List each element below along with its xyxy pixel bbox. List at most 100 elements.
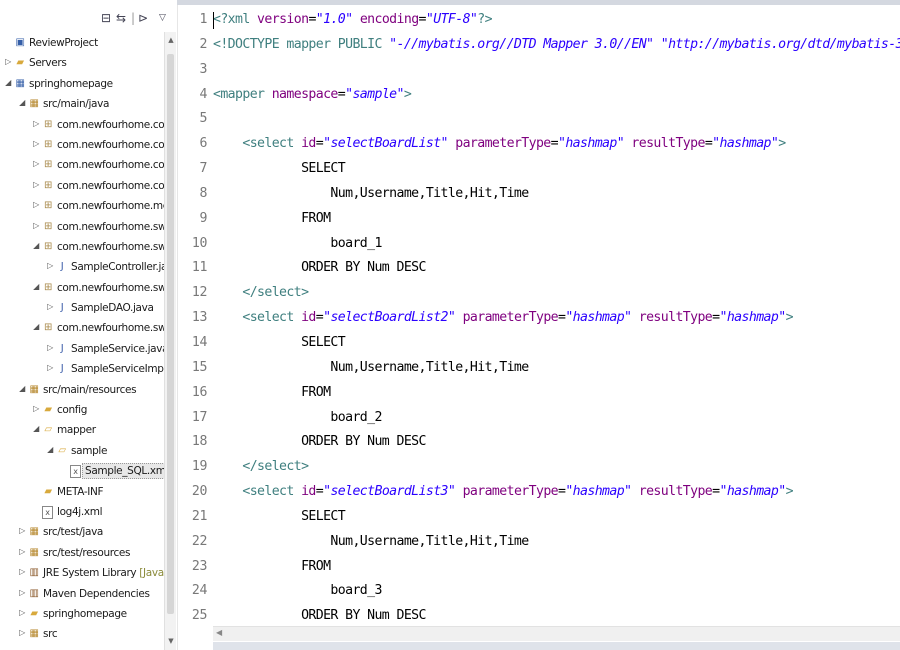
expand-arrow-icon[interactable]: ▷ bbox=[32, 139, 40, 148]
code-line[interactable]: 10 board_1 bbox=[177, 232, 900, 257]
expand-arrow-icon[interactable]: ▷ bbox=[32, 200, 40, 209]
tree-item[interactable]: ◢ ▦ springhomepage bbox=[0, 74, 164, 94]
view-menu-icon[interactable]: ▽ bbox=[159, 11, 166, 25]
tree-item[interactable]: ▷ ▰ config bbox=[0, 400, 164, 420]
code-line[interactable]: 1 <?xml version="1.0" encoding="UTF-8"?> bbox=[177, 8, 900, 33]
tree-item[interactable]: ▷ J SampleController.java bbox=[0, 257, 164, 277]
tree-item[interactable]: ◢ ▱ mapper bbox=[0, 420, 164, 440]
line-number: 19 bbox=[191, 459, 207, 475]
scrollbar-thumb[interactable] bbox=[167, 54, 174, 614]
tree-item[interactable]: ▷ ▦ src bbox=[0, 624, 164, 644]
code-line[interactable]: 22 Num,Username,Title,Hit,Time bbox=[177, 530, 900, 555]
expand-arrow-icon[interactable]: ▷ bbox=[32, 180, 40, 189]
tree-item[interactable]: ▷ J SampleService.java bbox=[0, 339, 164, 359]
collapse-arrow-icon[interactable]: ◢ bbox=[32, 282, 40, 291]
tree-item[interactable]: ▷ ▦ src/test/resources bbox=[0, 543, 164, 563]
expand-arrow-icon[interactable]: ▷ bbox=[18, 526, 26, 535]
code-line[interactable]: 13 <select id="selectBoardList2" paramet… bbox=[177, 306, 900, 331]
folder-open-icon: ▱ bbox=[44, 424, 52, 436]
code-token: "UTF-8" bbox=[425, 12, 478, 27]
scroll-up-icon[interactable]: ▲ bbox=[166, 36, 176, 44]
expand-arrow-icon[interactable]: ▷ bbox=[18, 588, 26, 597]
tree-item[interactable]: ◢ ▱ sample bbox=[0, 441, 164, 461]
expand-arrow-icon[interactable]: ▷ bbox=[18, 628, 26, 637]
line-number: 20 bbox=[191, 484, 207, 500]
scroll-left-icon[interactable]: ◀ bbox=[216, 628, 222, 637]
tree-item-label: Servers bbox=[29, 57, 67, 70]
code-line[interactable]: 9 FROM bbox=[177, 207, 900, 232]
tree-item[interactable]: ▷⊞ com.newfourhome.member bbox=[0, 196, 164, 216]
collapse-arrow-icon[interactable]: ◢ bbox=[46, 445, 54, 454]
collapse-arrow-icon[interactable]: ◢ bbox=[18, 98, 26, 107]
tree-item[interactable]: ▷⊞ com.newfourhome.common bbox=[0, 115, 164, 135]
code-line[interactable]: 4 <mapper namespace="sample"> bbox=[177, 83, 900, 108]
tree-item[interactable]: ▰ META-INF bbox=[0, 482, 164, 502]
expand-arrow-icon[interactable]: ▷ bbox=[46, 302, 54, 311]
code-line[interactable]: 20 <select id="selectBoardList3" paramet… bbox=[177, 480, 900, 505]
code-line[interactable]: 21 SELECT bbox=[177, 505, 900, 530]
tree-item[interactable]: ▷⊞ com.newfourhome.swag bbox=[0, 217, 164, 237]
code-line[interactable]: 19 </select> bbox=[177, 455, 900, 480]
collapse-arrow-icon[interactable]: ◢ bbox=[32, 322, 40, 331]
collapse-arrow-icon[interactable]: ◢ bbox=[4, 78, 12, 87]
xml-file-icon: x bbox=[42, 505, 53, 519]
expand-arrow-icon[interactable]: ▷ bbox=[32, 221, 40, 230]
tree-item[interactable]: ▷ J SampleDAO.java bbox=[0, 298, 164, 318]
code-line[interactable]: 5 bbox=[177, 107, 900, 132]
tree-item-label: Maven Dependencies bbox=[43, 587, 150, 600]
tree-item[interactable]: ▷⊞ com.newfourhome.common bbox=[0, 135, 164, 155]
tree-item[interactable]: ▷▥ JRE System Library[JavaSE-1.6] bbox=[0, 563, 164, 583]
tree-item[interactable]: ▷ ▥ Maven Dependencies bbox=[0, 584, 164, 604]
code-line[interactable]: 23 FROM bbox=[177, 555, 900, 580]
tree-item[interactable]: x log4j.xml bbox=[0, 502, 164, 522]
collapse-arrow-icon[interactable]: ◢ bbox=[32, 241, 40, 250]
tree-item[interactable]: ◢ ▦ src/main/resources bbox=[0, 380, 164, 400]
expand-arrow-icon[interactable]: ▷ bbox=[46, 261, 54, 270]
code-line[interactable]: 8 Num,Username,Title,Hit,Time bbox=[177, 182, 900, 207]
expand-arrow-icon[interactable]: ▷ bbox=[4, 57, 12, 66]
scroll-down-icon[interactable]: ▼ bbox=[166, 637, 176, 645]
expand-arrow-icon[interactable]: ▷ bbox=[32, 119, 40, 128]
expand-arrow-icon[interactable]: ▷ bbox=[18, 567, 26, 576]
expand-arrow-icon[interactable]: ▷ bbox=[46, 343, 54, 352]
code-line[interactable]: 12 </select> bbox=[177, 281, 900, 306]
collapse-arrow-icon[interactable]: ◢ bbox=[18, 384, 26, 393]
tree-item[interactable]: ▷ J SampleServiceImpl.java bbox=[0, 359, 164, 379]
code-line[interactable]: 3 bbox=[177, 58, 900, 83]
tree-item[interactable]: ◢⊞ com.newfourhome.swagger. bbox=[0, 237, 164, 257]
explorer-scrollbar[interactable]: ▲ ▼ bbox=[164, 32, 176, 650]
tree-item[interactable]: ▷⊞ com.newfourhome.common bbox=[0, 176, 164, 196]
collapse-all-icon[interactable]: ⊟ bbox=[101, 11, 111, 25]
code-area[interactable]: 1 <?xml version="1.0" encoding="UTF-8"?> 2… bbox=[177, 8, 900, 629]
xml-editor[interactable]: 1 <?xml version="1.0" encoding="UTF-8"?> 2… bbox=[177, 0, 900, 650]
code-line[interactable]: 24 board_3 bbox=[177, 579, 900, 604]
expand-arrow-icon[interactable]: ▷ bbox=[32, 404, 40, 413]
tree-item[interactable]: ◢⊞ com.newfourhome.swagger. bbox=[0, 318, 164, 338]
collapse-arrow-icon[interactable]: ◢ bbox=[32, 424, 40, 433]
code-line[interactable]: 17 board_2 bbox=[177, 406, 900, 431]
tree-item[interactable]: x Sample_SQL.xml bbox=[0, 461, 164, 481]
tree-item[interactable]: ▷ ▰ springhomepage bbox=[0, 604, 164, 624]
tree-item[interactable]: ▷⊞ com.newfourhome.common bbox=[0, 155, 164, 175]
code-line[interactable]: 6 <select id="selectBoardList" parameter… bbox=[177, 132, 900, 157]
tree-item[interactable]: ▷ ▦ src/test/java bbox=[0, 522, 164, 542]
code-line[interactable]: 15 Num,Username,Title,Hit,Time bbox=[177, 356, 900, 381]
tree-item[interactable]: ▣ ReviewProject bbox=[0, 33, 164, 53]
expand-arrow-icon[interactable]: ▷ bbox=[46, 363, 54, 372]
tree-item[interactable]: ◢ ▦ src/main/java bbox=[0, 94, 164, 114]
tree-item[interactable]: ▷ ▰ Servers bbox=[0, 53, 164, 73]
line-number: 5 bbox=[199, 111, 207, 127]
code-line[interactable]: 18 ORDER BY Num DESC bbox=[177, 430, 900, 455]
focus-icon[interactable]: ⊳ bbox=[138, 11, 148, 25]
code-line[interactable]: 11 ORDER BY Num DESC bbox=[177, 256, 900, 281]
code-line[interactable]: 14 SELECT bbox=[177, 331, 900, 356]
expand-arrow-icon[interactable]: ▷ bbox=[18, 547, 26, 556]
expand-arrow-icon[interactable]: ▷ bbox=[32, 159, 40, 168]
code-line[interactable]: 7 SELECT bbox=[177, 157, 900, 182]
link-with-editor-icon[interactable]: ⇆ bbox=[116, 11, 126, 25]
code-line[interactable]: 2 <!DOCTYPE mapper PUBLIC "-//mybatis.org… bbox=[177, 33, 900, 58]
code-line[interactable]: 16 FROM bbox=[177, 381, 900, 406]
expand-arrow-icon[interactable]: ▷ bbox=[18, 608, 26, 617]
tree-item[interactable]: ◢⊞ com.newfourhome.swagger. bbox=[0, 278, 164, 298]
horizontal-scrollbar[interactable]: ◀ bbox=[213, 626, 900, 641]
